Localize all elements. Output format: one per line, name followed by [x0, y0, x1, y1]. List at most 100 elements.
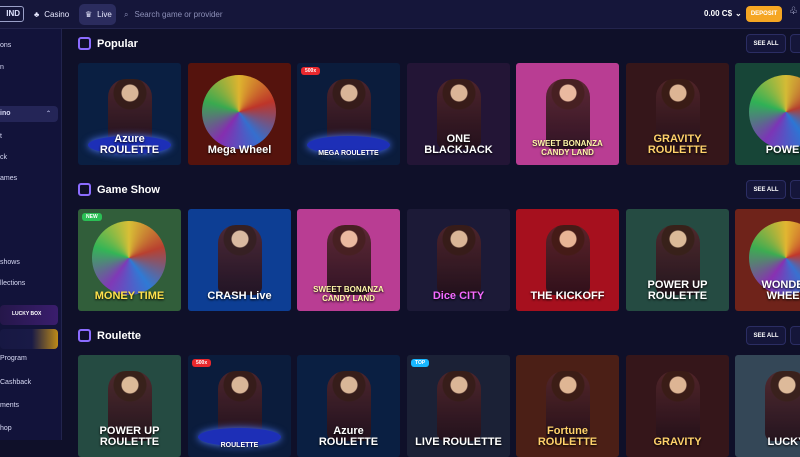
game-show-icon	[78, 183, 91, 196]
live-icon: ♛	[85, 10, 93, 19]
game-title: GRAVITY	[653, 436, 702, 449]
game-card-dice-city[interactable]: Dice CITY	[407, 209, 510, 311]
game-title: THE KICKOFF	[530, 290, 605, 303]
dealer-image	[218, 225, 262, 295]
scroll-button[interactable]	[790, 326, 800, 345]
section-heading: Roulette	[97, 329, 141, 342]
sidebar-item-ck[interactable]: ck	[0, 150, 58, 166]
game-title: ONE BLACKJACK	[424, 132, 493, 157]
game-title: Mega Wheel	[207, 144, 272, 157]
lucky-box-label: LUCKY BOX	[12, 311, 42, 317]
game-card-the-kickoff[interactable]: THE KICKOFF	[516, 209, 619, 311]
game-card-azure-roulette[interactable]: Azure ROULETTE	[78, 63, 181, 165]
dealer-image	[437, 225, 481, 295]
sidebar-item-casino[interactable]: ino ⌃	[0, 106, 58, 122]
game-card-sweet-bonanza[interactable]: SWEET BONANZA CANDY LAND	[297, 209, 400, 311]
lucky-box-promo[interactable]: LUCKY BOX	[0, 305, 58, 325]
balance-value: 0.00 C$	[704, 9, 733, 18]
game-card-mega-wheel[interactable]: Mega Wheel	[188, 63, 291, 165]
casino-tab[interactable]: ♣ Casino	[28, 4, 76, 25]
balance-display[interactable]: 0.00 C$ ⌄	[704, 9, 742, 18]
chevron-down-icon: ⌄	[735, 9, 742, 18]
game-card-power-up-roulette[interactable]: POWER UP ROULETTE	[78, 355, 181, 457]
see-all-button[interactable]: SEE ALL	[746, 34, 786, 53]
game-title: ROULETTE	[220, 441, 259, 449]
search-icon: ⌕	[124, 9, 129, 19]
game-title: Dice CITY	[432, 290, 485, 303]
section-title-game-show: Game Show	[78, 183, 160, 196]
game-title: Azure ROULETTE	[318, 424, 379, 449]
game-card-money-time[interactable]: NEW MONEY TIME	[78, 209, 181, 311]
popular-icon	[78, 37, 91, 50]
game-show-row: NEW MONEY TIME CRASH Live SWEET BONANZA C…	[78, 209, 800, 311]
game-card-gravity[interactable]: GRAVITY	[626, 355, 729, 457]
multiplier-badge: 500x	[192, 359, 212, 367]
game-card-sweet-bonanza[interactable]: SWEET BONANZA CANDY LAND	[516, 63, 619, 165]
see-all-button[interactable]: SEE ALL	[746, 326, 786, 345]
game-card-roulette[interactable]: 500x ROULETTE	[188, 355, 291, 457]
sidebar-item-t[interactable]: t	[0, 129, 58, 145]
sidebar-item-tournaments[interactable]: ments	[0, 398, 58, 414]
section-title-popular: Popular	[78, 37, 138, 50]
deposit-button[interactable]: DEPOSIT	[746, 6, 782, 22]
wheel-icon	[92, 221, 166, 295]
game-title: POWER	[765, 144, 800, 157]
dealer-image	[437, 371, 481, 441]
search-placeholder: Search game or provider	[134, 10, 223, 19]
sidebar-item-games[interactable]: ames	[0, 171, 58, 187]
search-input[interactable]: ⌕ Search game or provider	[124, 4, 244, 25]
reward-promo[interactable]	[0, 329, 58, 349]
game-card-power[interactable]: POWER	[735, 63, 800, 165]
dealer-image	[765, 371, 800, 441]
sidebar-item-shows[interactable]: shows	[0, 255, 58, 271]
game-title: Azure ROULETTE	[99, 132, 160, 157]
roulette-row: POWER UP ROULETTE 500x ROULETTE Azure ROU…	[78, 355, 800, 457]
see-all-button[interactable]: SEE ALL	[746, 180, 786, 199]
section-heading: Popular	[97, 37, 138, 50]
popular-games-row: Azure ROULETTE Mega Wheel 500x MEGA ROULE…	[78, 63, 800, 165]
section-title-roulette: Roulette	[78, 329, 141, 342]
game-card-power-up-roulette[interactable]: POWER UP ROULETTE	[626, 209, 729, 311]
game-card-lucky[interactable]: LUCKY	[735, 355, 800, 457]
sidebar-item-collections[interactable]: llections	[0, 276, 58, 292]
dealer-image	[656, 371, 700, 441]
new-badge: NEW	[82, 213, 102, 221]
casino-tab-label: Casino	[44, 10, 70, 19]
casino-icon: ♣	[34, 10, 40, 19]
game-card-wonder-wheel[interactable]: WONDER WHEEL	[735, 209, 800, 311]
scroll-button[interactable]	[790, 180, 800, 199]
notification-icon[interactable]: ♧	[789, 6, 800, 22]
game-title: MEGA ROULETTE	[318, 149, 379, 157]
game-title: Fortune ROULETTE	[537, 424, 598, 449]
wheel-icon	[749, 75, 800, 149]
game-title: POWER UP ROULETTE	[647, 278, 708, 303]
game-card-one-blackjack[interactable]: ONE BLACKJACK	[407, 63, 510, 165]
chevron-up-icon: ⌃	[45, 111, 51, 117]
game-title: POWER UP ROULETTE	[99, 424, 160, 449]
scroll-button[interactable]	[790, 34, 800, 53]
wheel-icon	[202, 75, 276, 149]
game-card-mega-roulette[interactable]: 500x MEGA ROULETTE	[297, 63, 400, 165]
game-title: MONEY TIME	[94, 290, 165, 303]
game-card-fortune-roulette[interactable]: Fortune ROULETTE	[516, 355, 619, 457]
sidebar-item-casino-label: ino	[0, 110, 11, 117]
live-tab[interactable]: ♛ Live	[79, 4, 116, 25]
sidebar-item-ons[interactable]: ons	[0, 38, 58, 54]
sidebar-item-cashback[interactable]: Cashback	[0, 375, 58, 391]
game-card-gravity-roulette[interactable]: GRAVITY ROULETTE	[626, 63, 729, 165]
game-card-azure-roulette[interactable]: Azure ROULETTE	[297, 355, 400, 457]
live-tab-label: Live	[97, 10, 112, 19]
game-card-live-roulette[interactable]: TOP LIVE ROULETTE	[407, 355, 510, 457]
game-card-crash-live[interactable]: CRASH Live	[188, 209, 291, 311]
top-badge: TOP	[411, 359, 430, 367]
sidebar-item-program[interactable]: Program	[0, 351, 58, 367]
dealer-image	[546, 225, 590, 295]
site-logo[interactable]: IND	[0, 6, 24, 22]
game-title: SWEET BONANZA CANDY LAND	[532, 139, 603, 157]
sidebar-item-shop[interactable]: hop	[0, 421, 58, 437]
game-title: LUCKY	[767, 436, 800, 449]
sidebar: ons n ino ⌃ t ck ames shows llections LU…	[0, 29, 62, 440]
game-title: WONDER WHEEL	[761, 278, 800, 303]
sidebar-item-n[interactable]: n	[0, 60, 58, 76]
game-title: GRAVITY ROULETTE	[647, 132, 708, 157]
